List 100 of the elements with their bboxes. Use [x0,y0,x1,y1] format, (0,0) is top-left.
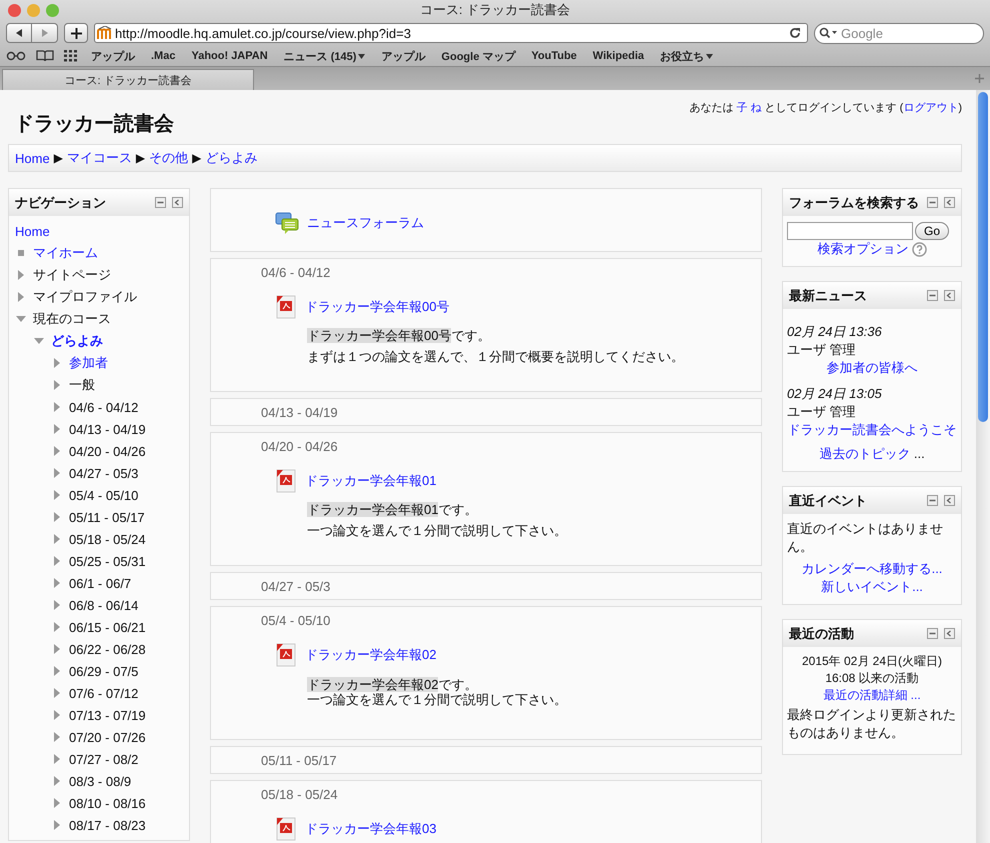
zoom-window-button[interactable] [46,4,59,16]
breadcrumb-separator: ▶ [192,151,202,165]
plus-icon [70,28,82,38]
section-heading: 05/4 - 05/10 [261,613,332,630]
bookmark-item[interactable]: ニュース (145) [280,48,368,64]
reading-glasses-icon[interactable] [6,51,26,61]
nav-item[interactable]: 04/6 - 04/12 [69,400,138,414]
browser-tab[interactable]: コース: ドラッカー読書会 [2,69,254,90]
nav-item[interactable]: 06/22 - 06/28 [69,642,146,656]
nav-item[interactable]: 07/13 - 07/19 [69,708,146,722]
nav-item[interactable]: 06/15 - 06/21 [69,620,146,634]
event-link[interactable]: 新しいイベント... [821,578,923,596]
reload-icon[interactable] [789,27,801,39]
dock-icon[interactable] [944,290,955,301]
nav-item[interactable]: 07/27 - 08/2 [69,752,138,766]
back-button[interactable] [6,23,32,43]
breadcrumb-link[interactable]: その他 [149,149,188,167]
search-options-link[interactable]: 検索オプション [818,240,908,258]
nav-item[interactable]: 04/20 - 04/26 [69,444,146,458]
go-button[interactable]: Go [915,222,950,240]
forward-button[interactable] [32,23,58,43]
older-topics-text: 過去のトピック ... [819,445,925,463]
nav-item[interactable]: 06/29 - 07/5 [69,664,138,678]
event-link[interactable]: カレンダーへ移動する... [802,560,942,578]
scrollbar[interactable] [976,90,990,843]
dock-icon[interactable] [944,197,955,208]
nav-item[interactable]: 06/8 - 06/14 [69,598,138,612]
search-field[interactable]: Google [814,22,984,44]
nav-item[interactable]: 現在のコース [33,310,111,328]
caret-icon [706,54,714,58]
nav-item[interactable]: 05/25 - 05/31 [69,554,146,568]
pdf-file-icon [275,643,297,667]
nav-item[interactable]: 05/11 - 05/17 [69,510,145,524]
nav-item[interactable]: 07/20 - 07/26 [69,730,146,744]
forum-icon [275,211,299,235]
grid-icon[interactable] [64,50,78,62]
nav-item[interactable]: サイトページ [33,266,111,284]
new-tab-icon[interactable] [975,74,984,83]
nav-item[interactable]: 04/27 - 05/3 [69,466,138,480]
dock-icon[interactable] [944,495,955,506]
nav-item[interactable]: 08/10 - 08/16 [69,796,146,810]
minimize-window-button[interactable] [27,4,40,16]
older-topics-link[interactable]: 過去のトピック [819,446,910,461]
activity-link[interactable]: ニュースフォーラム [307,214,424,232]
nav-item[interactable]: Home [15,224,50,238]
bookmark-item[interactable]: アップル [88,48,138,64]
minimize-icon[interactable] [927,290,938,301]
nav-item[interactable]: マイプロファイル [33,288,137,306]
close-window-button[interactable] [8,4,21,16]
dock-icon[interactable] [944,628,955,639]
site-favicon-icon [97,26,113,40]
open-book-icon[interactable] [36,50,54,62]
breadcrumb-link[interactable]: どらよみ [205,149,258,167]
nav-item[interactable]: 08/17 - 08/23 [69,818,146,832]
minimize-icon[interactable] [927,495,938,506]
bookmark-item[interactable]: Wikipedia [590,50,648,62]
address-field[interactable]: http://moodle.hq.amulet.co.jp/course/view.php?id=3 [94,23,808,43]
activity-link[interactable]: ドラッカー学会年報02 [305,646,436,664]
bookmark-item[interactable]: アップル [378,48,428,64]
nav-item[interactable]: 05/4 - 05/10 [69,488,138,502]
activity-description: ドラッカー学会年報01です。 一つ論文を選んで１分間で説明して下さい。 [307,501,568,540]
nav-item[interactable]: 06/1 - 06/7 [69,576,132,590]
nav-item[interactable]: マイホーム [33,244,98,262]
activity-link[interactable]: ドラッカー学会年報00号 [305,298,450,316]
bookmark-item[interactable]: YouTube [528,50,580,62]
no-updates-text: 最終ログインより更新されたものはありません。 [787,706,957,742]
news-title-link[interactable]: ドラッカー読書会へようこそ [788,421,956,439]
nav-item[interactable]: 参加者 [69,354,108,372]
breadcrumb-link[interactable]: Home [15,150,50,166]
activity-link[interactable]: ドラッカー学会年報01 [305,472,436,490]
breadcrumb-link[interactable]: マイコース [66,149,132,167]
user-link[interactable]: 子 ね [736,102,762,114]
logout-link[interactable]: ログアウト [903,102,958,114]
minimize-icon[interactable] [155,197,166,208]
forum-search-field[interactable] [787,222,913,240]
activity-description: ドラッカー学会年報00号です。 まずは１つの論文を選んで、１分間で概要を説明してください。 [307,327,685,366]
block-title: 最近の活動 [789,624,854,642]
help-icon[interactable] [912,242,926,256]
activity-details-link[interactable]: 最近の活動詳細 ... [823,687,921,704]
block-title: 最新ニュース [789,286,867,304]
bookmark-item[interactable]: .Mac [148,50,178,62]
bookmark-item[interactable]: Yahoo! JAPAN [188,50,271,62]
dock-icon[interactable] [172,197,183,208]
nav-item[interactable]: どらよみ [51,332,103,350]
scroll-thumb[interactable] [978,92,988,422]
nav-item[interactable]: 07/6 - 07/12 [69,686,138,700]
minimize-icon[interactable] [927,628,938,639]
news-title-link[interactable]: 参加者の皆様へ [826,359,918,377]
search-icon [819,27,839,39]
block-title: 直近イベント [789,492,867,510]
bookmark-item[interactable]: お役立ち [657,48,716,64]
add-bookmark-button[interactable] [64,23,88,43]
activity-link[interactable]: ドラッカー学会年報03 [305,820,436,838]
minimize-icon[interactable] [927,197,938,208]
bookmark-item[interactable]: Google マップ [438,48,518,64]
activity-info: 2015年 02月 24日(火曜日) [800,653,944,670]
nav-item[interactable]: 05/18 - 05/24 [69,532,146,546]
nav-item[interactable]: 04/13 - 04/19 [69,422,146,436]
nav-item[interactable]: 一般 [69,376,95,394]
nav-item[interactable]: 08/3 - 08/9 [69,774,132,788]
